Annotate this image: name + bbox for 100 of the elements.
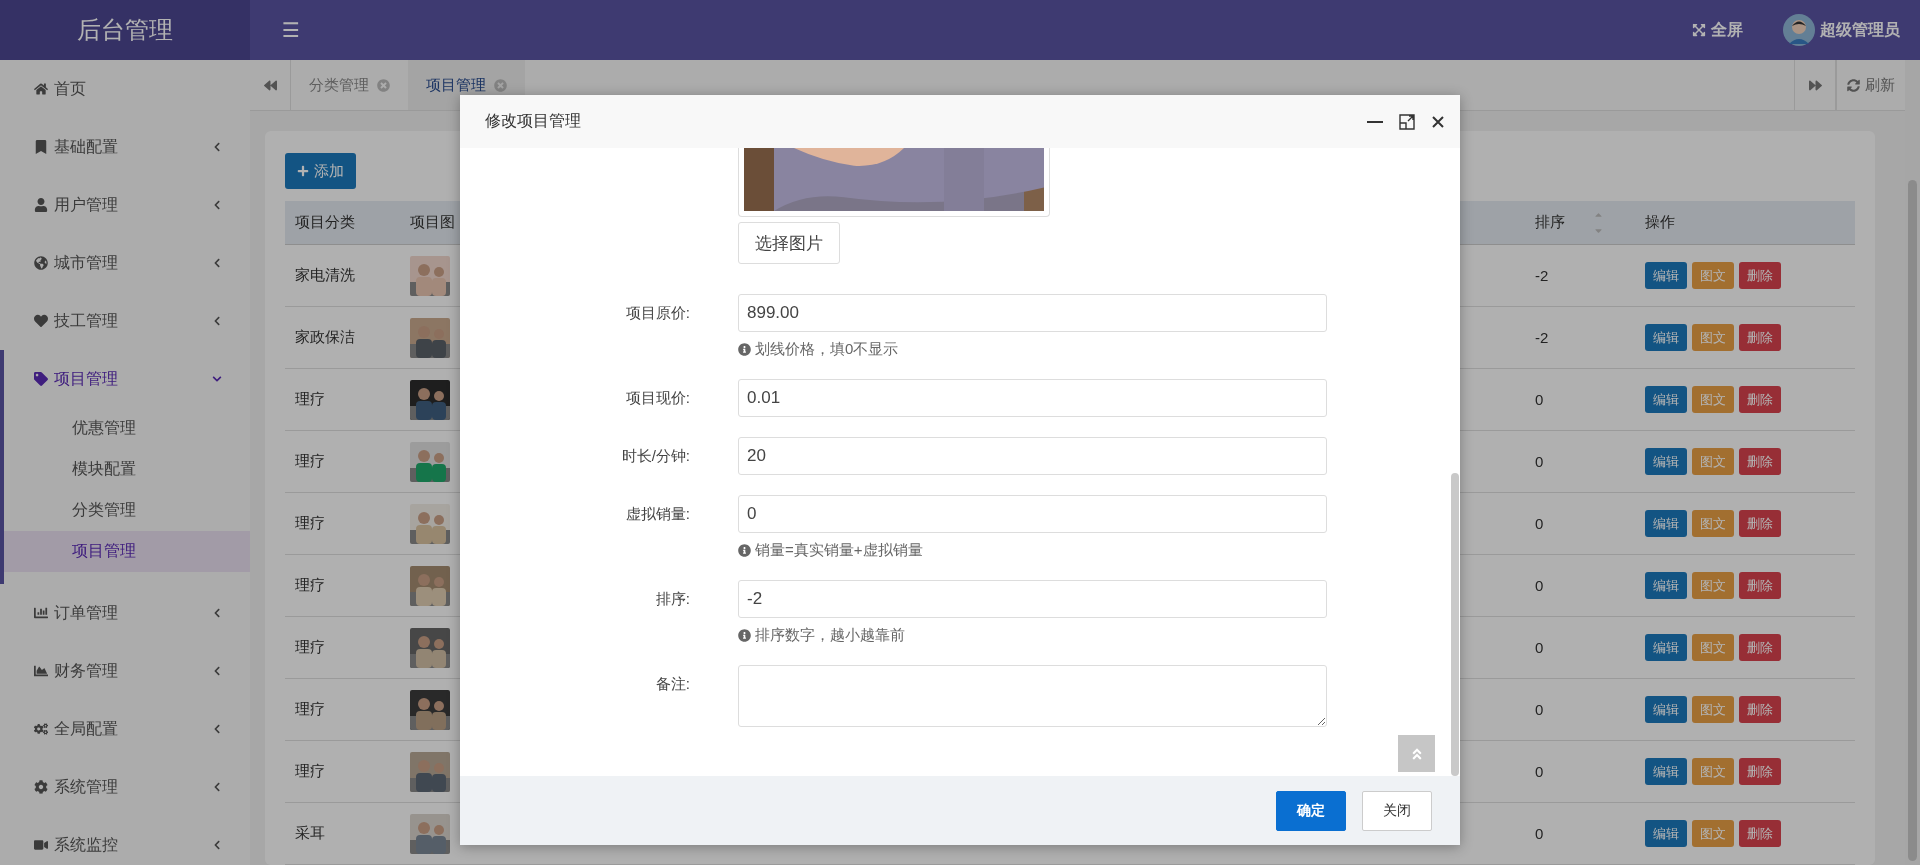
input-field[interactable]: 899.00 xyxy=(738,294,1327,332)
caret-icon xyxy=(212,374,222,384)
confirm-button[interactable]: 确定 xyxy=(1276,790,1346,831)
sidebar-item[interactable]: 城市管理 xyxy=(0,234,250,292)
content-button[interactable]: 图文 xyxy=(1692,448,1734,475)
table-cell-text: 家电清洗 xyxy=(294,266,356,285)
delete-button[interactable]: 删除 xyxy=(1739,448,1781,475)
content-button[interactable]: 图文 xyxy=(1692,386,1734,413)
caret-icon xyxy=(212,782,222,792)
scrollbar-thumb[interactable] xyxy=(1908,180,1917,861)
content-button[interactable]: 图文 xyxy=(1692,696,1734,723)
delete-button[interactable]: 删除 xyxy=(1739,820,1781,847)
maximize-icon[interactable] xyxy=(1398,112,1416,131)
field-hint: 划线价格，填0不显示 xyxy=(755,340,899,359)
content-button[interactable]: 图文 xyxy=(1692,262,1734,289)
table-cell-text: -2 xyxy=(1535,267,1550,284)
edit-button[interactable]: 编辑 xyxy=(1645,448,1687,475)
table-cell-text: 0 xyxy=(1535,639,1545,656)
sidebar-item[interactable]: 首页 xyxy=(0,60,250,118)
scroll-right-button[interactable] xyxy=(1794,60,1836,110)
sidebar-item[interactable]: 订单管理 xyxy=(0,584,250,642)
sidebar-item[interactable]: 用户管理 xyxy=(0,176,250,234)
table-cell-text: 0 xyxy=(1535,577,1545,594)
add-button[interactable]: 添加 xyxy=(285,153,356,189)
field-label: 时长/分钟: xyxy=(620,446,690,466)
caret-icon xyxy=(212,258,222,268)
column-header: 项目图 xyxy=(410,213,456,232)
content-button[interactable]: 图文 xyxy=(1692,634,1734,661)
close-icon[interactable] xyxy=(1430,113,1446,130)
edit-button[interactable]: 编辑 xyxy=(1645,262,1687,289)
table-cell-text: 0 xyxy=(1535,453,1545,470)
table-cell-text: -2 xyxy=(1535,329,1550,346)
content-button[interactable]: 图文 xyxy=(1692,820,1734,847)
app-logo: 后台管理 xyxy=(0,0,250,60)
table-cell-text: 0 xyxy=(1535,825,1545,842)
table-cell-text: 理疗 xyxy=(294,576,326,595)
table-cell-text: 理疗 xyxy=(294,452,326,471)
bookmark-icon xyxy=(34,140,48,154)
edit-button[interactable]: 编辑 xyxy=(1645,572,1687,599)
delete-button[interactable]: 删除 xyxy=(1739,634,1781,661)
remark-field[interactable] xyxy=(738,665,1327,727)
delete-button[interactable]: 删除 xyxy=(1739,386,1781,413)
forward-icon xyxy=(1808,78,1822,92)
edit-button[interactable]: 编辑 xyxy=(1645,386,1687,413)
caret-icon xyxy=(212,724,222,734)
edit-button[interactable]: 编辑 xyxy=(1645,820,1687,847)
sidebar-item[interactable]: 基础配置 xyxy=(0,118,250,176)
delete-button[interactable]: 删除 xyxy=(1739,510,1781,537)
close-button[interactable]: 关闭 xyxy=(1362,790,1432,831)
heart-icon xyxy=(34,314,48,328)
sidebar-subitem[interactable]: 分类管理 xyxy=(4,490,250,531)
delete-button[interactable]: 删除 xyxy=(1739,324,1781,351)
page-tab[interactable]: 分类管理 xyxy=(291,60,408,110)
sidebar-item[interactable]: 财务管理 xyxy=(0,642,250,700)
edit-button[interactable]: 编辑 xyxy=(1645,758,1687,785)
edit-button[interactable]: 编辑 xyxy=(1645,634,1687,661)
refresh-icon xyxy=(1847,78,1860,92)
delete-button[interactable]: 删除 xyxy=(1739,758,1781,785)
sidebar-item[interactable]: 全局配置 xyxy=(0,700,250,758)
edit-button[interactable]: 编辑 xyxy=(1645,510,1687,537)
tag-icon xyxy=(34,372,48,386)
column-header[interactable]: 排序 xyxy=(1535,213,1565,232)
menu-icon[interactable]: ☰ xyxy=(282,18,300,42)
delete-button[interactable]: 删除 xyxy=(1739,696,1781,723)
choose-image-button[interactable]: 选择图片 xyxy=(738,222,840,264)
input-field[interactable]: 20 xyxy=(738,437,1327,475)
caret-icon xyxy=(212,840,222,850)
sidebar-item[interactable]: 系统管理 xyxy=(0,758,250,816)
input-field[interactable]: 0.01 xyxy=(738,379,1327,417)
user-menu[interactable]: 超级管理员 xyxy=(1783,14,1900,46)
table-cell-text: 家政保洁 xyxy=(294,328,356,347)
plus-icon xyxy=(297,165,309,177)
info-icon xyxy=(738,629,751,642)
delete-button[interactable]: 删除 xyxy=(1739,572,1781,599)
sidebar-item[interactable]: 项目管理 xyxy=(0,350,250,408)
sidebar-subitem[interactable]: 项目管理 xyxy=(4,531,250,572)
input-field[interactable]: 0 xyxy=(738,495,1327,533)
delete-button[interactable]: 删除 xyxy=(1739,262,1781,289)
scrollbar-thumb[interactable] xyxy=(1451,473,1459,776)
content-button[interactable]: 图文 xyxy=(1692,510,1734,537)
field-label: 虚拟销量: xyxy=(624,504,690,524)
table-cell-text: 采耳 xyxy=(294,824,326,843)
table-cell-text: 0 xyxy=(1535,701,1545,718)
edit-button[interactable]: 编辑 xyxy=(1645,324,1687,351)
fullscreen-link[interactable]: 全屏 xyxy=(1692,19,1743,41)
edit-button[interactable]: 编辑 xyxy=(1645,696,1687,723)
content-button[interactable]: 图文 xyxy=(1692,758,1734,785)
caret-icon xyxy=(212,608,222,618)
sidebar-item[interactable]: 系统监控 xyxy=(0,816,250,865)
content-button[interactable]: 图文 xyxy=(1692,324,1734,351)
field-label: 备注: xyxy=(654,674,690,694)
input-field[interactable]: -2 xyxy=(738,580,1327,618)
sidebar-item[interactable]: 技工管理 xyxy=(0,292,250,350)
sidebar-subitem[interactable]: 优惠管理 xyxy=(4,408,250,449)
back-to-top-button[interactable] xyxy=(1398,735,1435,772)
table-cell-text: 0 xyxy=(1535,391,1545,408)
caret-icon xyxy=(212,316,222,326)
content-button[interactable]: 图文 xyxy=(1692,572,1734,599)
sidebar-subitem[interactable]: 模块配置 xyxy=(4,449,250,490)
sort-icon[interactable] xyxy=(1593,211,1604,234)
